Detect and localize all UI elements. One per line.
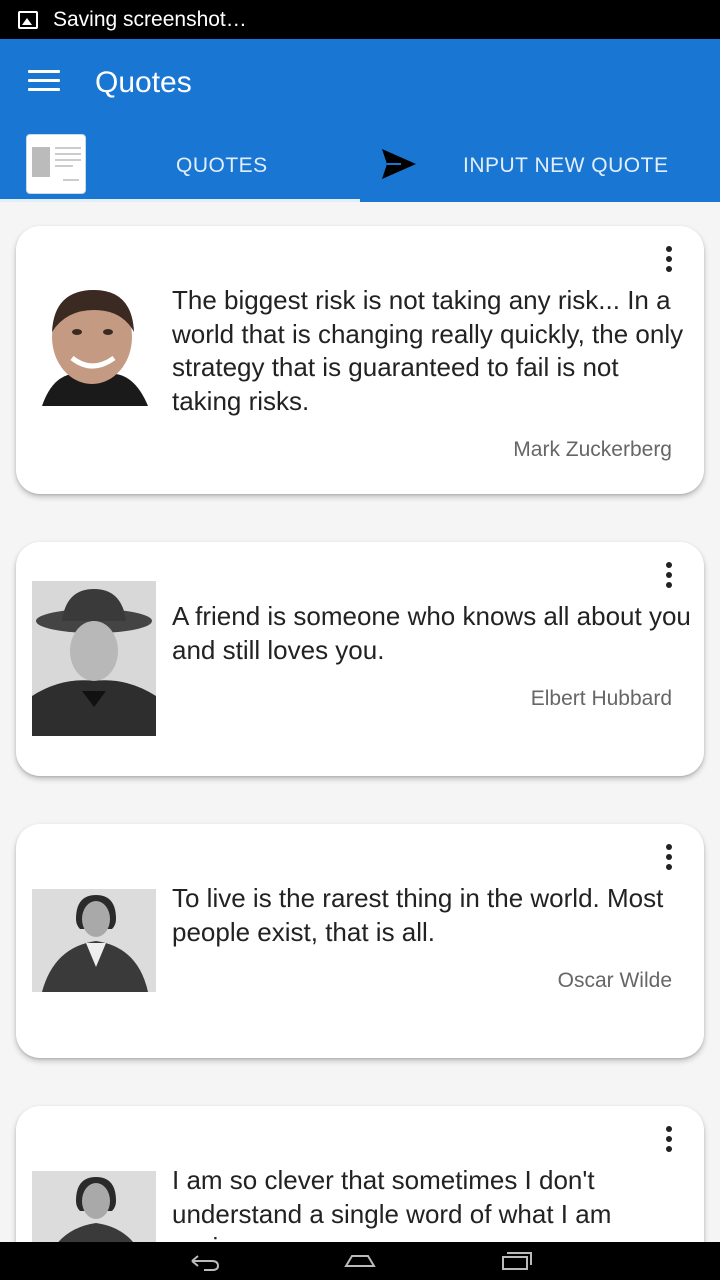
quote-text: To live is the rarest thing in the world… [172,883,664,947]
quote-text: I am so clever that sometimes I don't un… [172,1165,612,1242]
tab-input-new-quote[interactable]: INPUT NEW QUOTE [360,131,720,202]
status-text: Saving screenshot… [53,7,247,31]
quote-card: To live is the rarest thing in the world… [16,824,704,1058]
tab-input-new-quote-label: INPUT NEW QUOTE [463,154,669,177]
author-photo [32,282,156,406]
hamburger-menu-icon[interactable] [28,70,60,94]
quote-author: Elbert Hubbard [530,687,672,710]
more-options-icon[interactable] [662,246,676,276]
quote-card: I am so clever that sometimes I don't un… [16,1106,704,1242]
quote-list[interactable]: The biggest risk is not taking any risk.… [0,202,720,1242]
quote-card-icon [26,134,86,194]
quote-author: Mark Zuckerberg [513,438,672,461]
quote-text: The biggest risk is not taking any risk.… [172,285,684,416]
quote-author: Oscar Wilde [557,969,672,992]
app-bar: Quotes QUOTES INPUT NEW QUOTE [0,39,720,202]
recents-icon[interactable] [496,1248,536,1274]
image-icon [18,10,38,29]
send-icon [382,149,416,179]
more-options-icon[interactable] [662,562,676,592]
system-nav-bar [0,1242,720,1280]
quote-text: A friend is someone who knows all about … [172,601,691,665]
tab-quotes-label: QUOTES [176,154,268,177]
author-photo [32,1171,156,1242]
quote-card: A friend is someone who knows all about … [16,542,704,776]
status-bar: Saving screenshot… [0,0,720,39]
tab-bar: QUOTES INPUT NEW QUOTE [0,131,720,202]
tab-quotes[interactable]: QUOTES [0,131,360,202]
more-options-icon[interactable] [662,844,676,874]
back-icon[interactable] [184,1248,224,1274]
more-options-icon[interactable] [662,1126,676,1156]
home-icon[interactable] [340,1248,380,1274]
author-photo [32,581,156,736]
page-title: Quotes [95,66,192,99]
quote-card: The biggest risk is not taking any risk.… [16,226,704,494]
author-photo [32,889,156,992]
